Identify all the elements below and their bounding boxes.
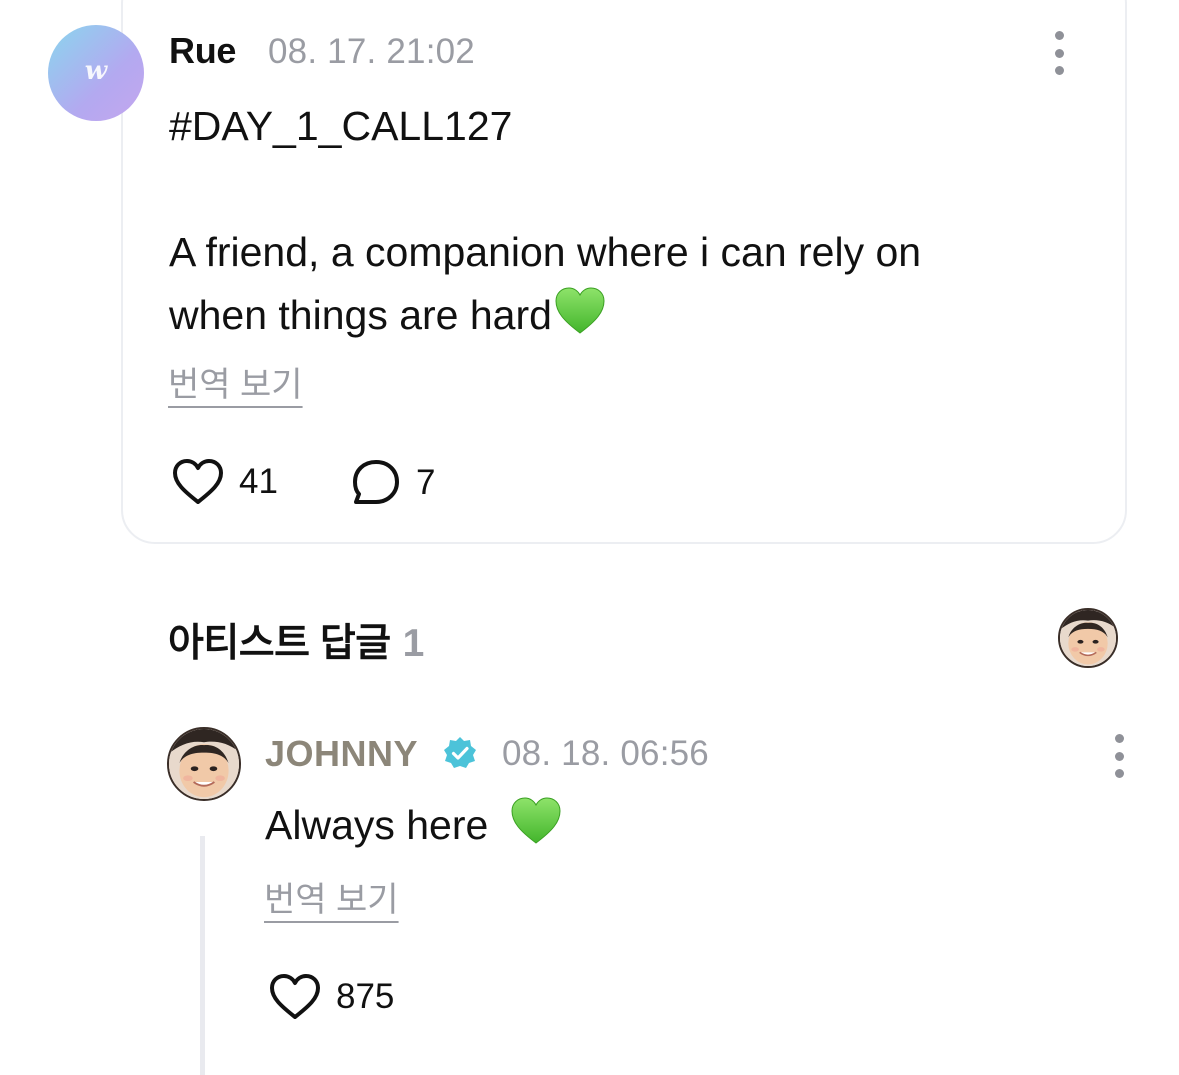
- artist-face-image: [1060, 610, 1116, 666]
- green-heart-emoji: [555, 287, 605, 334]
- post-body: #DAY_1_CALL127 A friend, a companion whe…: [169, 95, 1049, 347]
- avatar-letter: w: [84, 56, 108, 86]
- reply-translate-link[interactable]: 번역 보기: [264, 872, 399, 921]
- heart-outline-icon: [270, 974, 320, 1019]
- post-timestamp: 08. 17. 21:02: [268, 32, 475, 71]
- artist-face-image: [169, 729, 239, 799]
- post-comment-button[interactable]: 7: [350, 458, 435, 508]
- post-translate-link[interactable]: 번역 보기: [168, 357, 303, 406]
- reply-timestamp: 08. 18. 06:56: [502, 734, 709, 773]
- comment-bubble-icon: [353, 460, 399, 504]
- post-line-hashtag: #DAY_1_CALL127: [169, 103, 513, 149]
- post-line-2: A friend, a companion where i can rely o…: [169, 229, 922, 275]
- post-author-name[interactable]: Rue: [169, 30, 236, 72]
- artist-replies-count: 1: [402, 622, 425, 665]
- post-comment-count: 7: [416, 463, 436, 502]
- reply-like-count: 875: [336, 977, 395, 1016]
- reply-author-avatar[interactable]: [167, 727, 241, 801]
- post-line-3-text: when things are hard: [169, 292, 552, 338]
- verified-badge-icon: [444, 737, 476, 768]
- post-author-avatar[interactable]: w: [48, 25, 144, 121]
- post-like-button[interactable]: 41: [171, 458, 278, 506]
- reply-author-name[interactable]: JOHNNY: [265, 733, 418, 775]
- post-more-options-icon[interactable]: [1053, 31, 1065, 75]
- reply-body: Always here: [265, 797, 562, 849]
- post-line-3: when things are hard: [169, 284, 1049, 347]
- heart-outline-icon: [173, 459, 223, 504]
- artist-replies-title: 아티스트 답글: [168, 622, 391, 665]
- post-like-count: 41: [239, 462, 278, 501]
- artist-replies-heading: 아티스트 답글 1: [168, 612, 424, 668]
- reply-text: Always here: [265, 802, 500, 848]
- reply-more-options-icon[interactable]: [1113, 734, 1125, 778]
- reply-like-button[interactable]: 875: [268, 973, 394, 1021]
- green-heart-emoji: [511, 797, 561, 844]
- reply-thread-line: [200, 836, 205, 1075]
- artist-mini-avatar[interactable]: [1058, 608, 1118, 668]
